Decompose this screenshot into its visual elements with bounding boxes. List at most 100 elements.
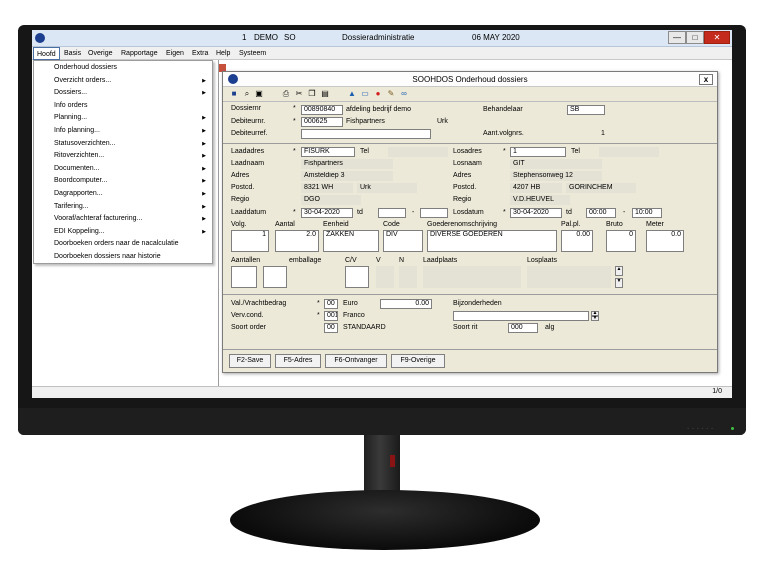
menu-systeem[interactable]: Systeem: [236, 47, 269, 60]
menu-extra[interactable]: Extra: [189, 47, 211, 60]
app-titlebar: 1 DEMO SO Dossieradministratie 06 MAY 20…: [32, 30, 732, 47]
save-icon[interactable]: ■: [229, 89, 239, 99]
copy-icon[interactable]: ❐: [307, 89, 317, 99]
menu-item-dagrapporten[interactable]: Dagrapporten... ▶: [34, 188, 212, 201]
row-bruto-field[interactable]: 0: [606, 230, 636, 252]
debiteurref-field[interactable]: [301, 129, 431, 139]
dossiernr-label: Dossiernr: [231, 105, 261, 112]
menu-help[interactable]: Help: [213, 47, 233, 60]
behandelaar-field[interactable]: SB: [567, 105, 605, 115]
submenu-arrow-icon: ▶: [202, 115, 206, 122]
los-adres-field: Stephensonweg 12: [510, 171, 602, 181]
aantvolgnrs-value: 1: [601, 130, 605, 137]
losdatum-field[interactable]: 30-04-2020: [510, 208, 562, 218]
valuta-field[interactable]: 00: [324, 299, 338, 309]
row-code-field[interactable]: DIV: [383, 230, 423, 252]
laad-tel-field: [388, 147, 448, 157]
losnaam-label: Losnaam: [453, 160, 482, 167]
menu-hoofd[interactable]: Hoofd: [33, 47, 60, 60]
row-eenheid-field[interactable]: ZAKKEN: [323, 230, 379, 252]
menu-item-doorboeken-orders[interactable]: Doorboeken orders naar de nacalculatie: [34, 238, 212, 251]
close-button[interactable]: ✕: [704, 31, 730, 44]
emballage-label: emballage: [289, 257, 322, 264]
menu-item-planning[interactable]: Planning... ▶: [34, 112, 212, 125]
row-goederen-field[interactable]: DIVERSE GOEDEREN: [427, 230, 557, 252]
verv-cond-field[interactable]: 001: [324, 311, 338, 321]
statusbar: 1/0: [32, 386, 732, 398]
dossiernr-field[interactable]: 00890840: [301, 105, 343, 115]
f6-ontvanger-button[interactable]: F6-Ontvanger: [325, 354, 387, 368]
laad-regio-label: Regio: [231, 196, 250, 203]
scroll-down-icon[interactable]: ▼: [615, 278, 623, 288]
losadres-field[interactable]: 1: [510, 147, 566, 157]
title-app-name: Dossieradministratie: [342, 33, 415, 42]
emballage-field[interactable]: [263, 266, 287, 288]
los-tijd-tot-field[interactable]: 10:00: [632, 208, 662, 218]
menu-rapportage[interactable]: Rapportage: [118, 47, 161, 60]
menu-item-ritoverzichten[interactable]: Ritoverzichten... ▶: [34, 150, 212, 163]
menu-item-onderhoud-dossiers[interactable]: Onderhoud dossiers: [34, 62, 212, 75]
required-mark: *: [317, 300, 320, 307]
row-meter-field[interactable]: 0.0: [646, 230, 684, 252]
aantallen-field[interactable]: [231, 266, 257, 288]
col-volg-header: Volg.: [231, 221, 247, 228]
soortorder-field[interactable]: 00: [324, 323, 338, 333]
menu-item-info-orders[interactable]: Info orders: [34, 100, 212, 113]
required-mark: *: [293, 105, 296, 112]
menu-item-dossiers[interactable]: Dossiers... ▶: [34, 87, 212, 100]
menu-item-tarifering[interactable]: Tarifering... ▶: [34, 201, 212, 214]
aantallen-label: Aantallen: [231, 257, 261, 264]
menu-item-edi-koppeling[interactable]: EDI Koppeling... ▶: [34, 226, 212, 239]
menu-item-facturering[interactable]: Vooraf/achteraf facturering... ▶: [34, 213, 212, 226]
print-preview-icon[interactable]: ▣: [254, 89, 264, 99]
los-tijd-van-field[interactable]: 00:00: [586, 208, 616, 218]
row-aantal-field[interactable]: 2.0: [275, 230, 319, 252]
f5-adres-button[interactable]: F5-Adres: [275, 354, 321, 368]
menu-item-info-planning[interactable]: Info planning... ▶: [34, 125, 212, 138]
col-meter-header: Meter: [646, 221, 664, 228]
paste-icon[interactable]: ▤: [320, 89, 330, 99]
edit-icon[interactable]: ✎: [386, 89, 396, 99]
cv-label: C/V: [345, 257, 357, 264]
vrachtbedrag-field[interactable]: 0.00: [380, 299, 432, 309]
laaddatum-field[interactable]: 30-04-2020: [301, 208, 353, 218]
menu-overige[interactable]: Overige: [85, 47, 116, 60]
up-icon[interactable]: ▲: [347, 89, 357, 99]
menu-basis[interactable]: Basis: [61, 47, 84, 60]
required-mark: *: [293, 118, 296, 125]
search-icon[interactable]: ⌕: [242, 89, 252, 99]
soortrit-field[interactable]: 000: [508, 323, 538, 333]
cv-field[interactable]: [345, 266, 369, 288]
bijzonderheden-label: Bijzonderheden: [453, 300, 502, 307]
laad-tijd-van-field[interactable]: [378, 208, 406, 218]
minimize-button[interactable]: —: [668, 31, 686, 44]
menu-item-boordcomputer[interactable]: Boordcomputer... ▶: [34, 175, 212, 188]
laadadres-field[interactable]: FISURK: [301, 147, 355, 157]
menu-item-statusoverzichten[interactable]: Statusoverzichten... ▶: [34, 138, 212, 151]
new-record-icon[interactable]: ▭: [360, 89, 370, 99]
maximize-button[interactable]: □: [686, 31, 704, 44]
laad-adres-label: Adres: [231, 172, 250, 179]
menu-eigen[interactable]: Eigen: [163, 47, 187, 60]
f2-save-button[interactable]: F2-Save: [229, 354, 271, 368]
row-volg-field[interactable]: 1: [231, 230, 269, 252]
form-close-button[interactable]: x: [699, 74, 713, 85]
delete-icon[interactable]: ●: [373, 89, 383, 99]
menu-item-doorboeken-dossiers[interactable]: Doorboeken dossiers naar historie: [34, 251, 212, 264]
debiteurnr-field[interactable]: 000625: [301, 117, 343, 127]
row-palpl-field[interactable]: 0.00: [561, 230, 593, 252]
menu-item-documenten[interactable]: Documenten... ▶: [34, 163, 212, 176]
los-adres-label: Adres: [453, 172, 472, 179]
f9-overige-button[interactable]: F9-Overige: [391, 354, 445, 368]
link-icon[interactable]: ∞: [399, 89, 409, 99]
menu-item-overzicht-orders[interactable]: Overzicht orders... ▶: [34, 75, 212, 88]
laad-tijd-tot-field[interactable]: [420, 208, 448, 218]
print-icon[interactable]: ⎙: [281, 89, 291, 99]
monitor-stand-base: [230, 490, 540, 550]
bijzonderheden-field[interactable]: [453, 311, 589, 321]
scroll-up-icon[interactable]: ▲: [615, 266, 623, 276]
cut-icon[interactable]: ✂: [294, 89, 304, 99]
submenu-arrow-icon: ▶: [202, 90, 206, 97]
submenu-arrow-icon: ▶: [202, 153, 206, 160]
bijzonderheden-down-icon[interactable]: ▼: [591, 316, 599, 321]
